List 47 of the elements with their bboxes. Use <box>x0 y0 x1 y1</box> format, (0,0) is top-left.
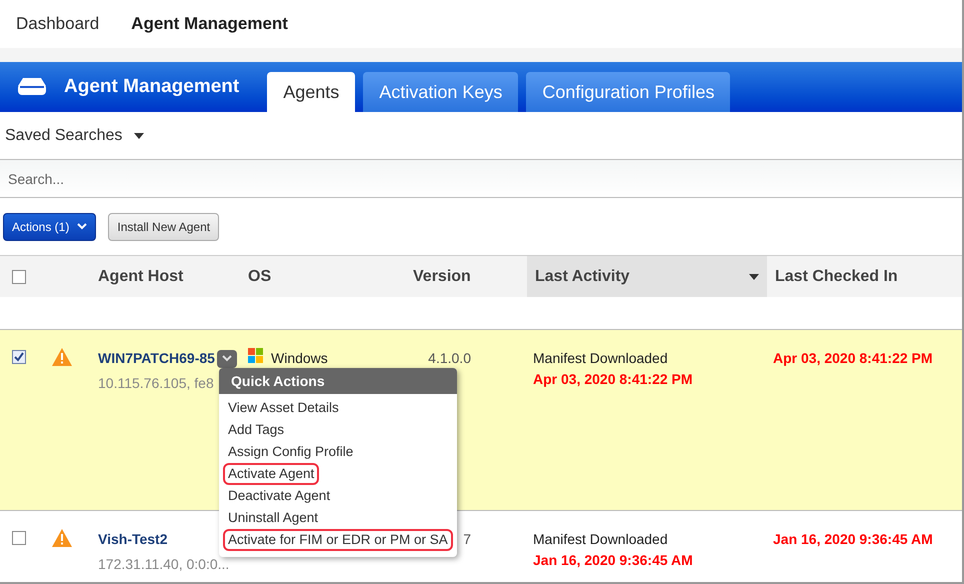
agent-host-link[interactable]: Vish-Test2 <box>98 529 168 550</box>
version-text: 7 <box>463 530 471 549</box>
checked-in-time: Apr 03, 2020 8:41:22 PM <box>773 350 933 366</box>
menu-item[interactable]: View Asset Details <box>225 399 342 417</box>
menu-header: Quick Actions <box>219 368 457 394</box>
column-header[interactable]: OS <box>240 256 405 297</box>
os-name: Windows <box>271 349 328 368</box>
caret-icon <box>134 132 144 138</box>
tab[interactable]: Activation Keys <box>363 72 518 112</box>
tab[interactable]: Configuration Profiles <box>526 72 730 112</box>
menu-item[interactable]: Uninstall Agent <box>225 509 322 527</box>
checked-in-time: Jan 16, 2020 9:36:45 AM <box>773 531 933 547</box>
row-checkbox[interactable] <box>12 531 26 545</box>
sort-caret-icon <box>749 274 759 280</box>
chevron-icon <box>77 223 88 230</box>
menu-item[interactable]: Deactivate Agent <box>225 487 334 505</box>
row-menu-button[interactable] <box>216 350 237 368</box>
column-header[interactable]: Last Checked In <box>767 256 962 297</box>
tab[interactable]: Agents <box>267 72 356 112</box>
drive-icon <box>16 78 48 96</box>
agent-address: 172.31.11.40, 0:0:0... <box>98 555 230 574</box>
agent-host-link[interactable]: WIN7PATCH69-85 <box>98 348 215 369</box>
header-title: Agent Management <box>64 74 240 99</box>
warning-icon <box>52 348 72 366</box>
activity-time: Apr 03, 2020 8:41:22 PM <box>533 370 694 389</box>
menu-item[interactable]: Assign Config Profile <box>225 443 356 461</box>
search-field[interactable]: Search... <box>0 160 962 198</box>
actions-button[interactable]: Actions (1) <box>3 212 96 240</box>
version-text: 4.1.0.0 <box>428 349 471 368</box>
nav-link[interactable]: Agent Management <box>131 11 288 37</box>
nav-link[interactable]: Dashboard <box>16 11 100 37</box>
activity-text: Manifest Downloaded <box>533 349 669 368</box>
activity-text: Manifest Downloaded <box>533 530 669 549</box>
warning-icon <box>52 529 72 547</box>
menu-item[interactable]: Activate for FIM or EDR or PM or SA <box>225 531 451 549</box>
row-checkbox[interactable] <box>12 350 26 364</box>
column-header[interactable]: Last Activity <box>527 256 767 297</box>
menu-item[interactable]: Add Tags <box>225 421 288 439</box>
column-header[interactable]: Agent Host <box>90 256 240 297</box>
chevron-icon <box>222 355 232 362</box>
saved-searches-dropdown[interactable]: Saved Searches <box>5 124 144 148</box>
install-agent-button[interactable]: Install New Agent <box>108 212 220 240</box>
windows-icon <box>248 348 263 363</box>
column-header[interactable]: Version <box>405 256 527 297</box>
row-checkbox[interactable] <box>12 270 26 284</box>
menu-item[interactable]: Activate Agent <box>225 465 318 483</box>
activity-time: Jan 16, 2020 9:36:45 AM <box>533 551 694 570</box>
